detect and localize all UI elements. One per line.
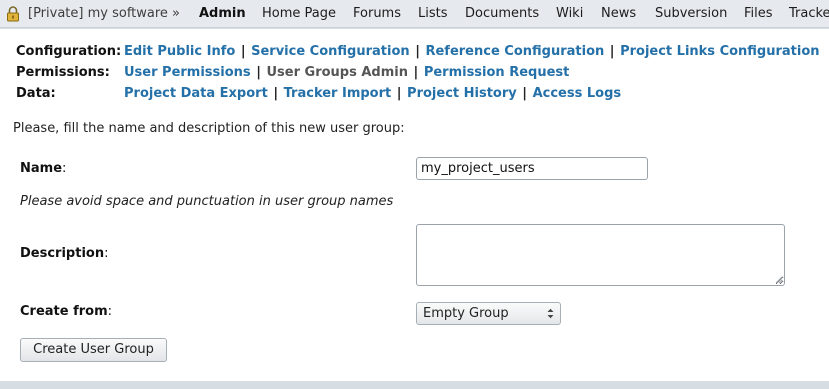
- separator: |: [522, 86, 528, 101]
- name-hint: Please avoid space and punctuation in us…: [20, 194, 394, 209]
- configuration-label: Configuration:: [16, 44, 122, 59]
- project-navigation-bar: [Private] my software » Admin Home Page …: [0, 0, 829, 28]
- create-from-select[interactable]: Empty Group: [416, 302, 561, 325]
- group-name-input[interactable]: [416, 157, 648, 180]
- lock-icon: [7, 6, 19, 22]
- label-colon: :: [104, 246, 109, 261]
- separator: |: [273, 86, 279, 101]
- edit-public-info-link[interactable]: Edit Public Info: [124, 44, 235, 59]
- create-user-group-button[interactable]: Create User Group: [20, 338, 167, 362]
- page-footer-strip: [0, 381, 829, 389]
- permission-request-link[interactable]: Permission Request: [424, 65, 570, 80]
- tab-news[interactable]: News: [601, 6, 636, 21]
- project-links-configuration-link[interactable]: Project Links Configuration: [620, 44, 819, 59]
- project-history-link[interactable]: Project History: [407, 86, 517, 101]
- create-from-label-text: Create from: [20, 304, 108, 319]
- tab-files[interactable]: Files: [744, 6, 773, 21]
- separator: |: [396, 86, 402, 101]
- permissions-links: User Permissions | User Groups Admin | P…: [124, 65, 569, 80]
- label-colon: :: [62, 161, 67, 176]
- configuration-links: Edit Public Info | Service Configuration…: [124, 44, 820, 59]
- service-configuration-link[interactable]: Service Configuration: [251, 44, 410, 59]
- user-groups-admin-current: User Groups Admin: [266, 65, 408, 80]
- separator: |: [240, 44, 246, 59]
- tab-admin[interactable]: Admin: [199, 6, 246, 21]
- data-links: Project Data Export | Tracker Import | P…: [124, 86, 621, 101]
- name-label-text: Name: [20, 161, 63, 176]
- tracker-import-link[interactable]: Tracker Import: [284, 86, 392, 101]
- tab-forums[interactable]: Forums: [353, 6, 401, 21]
- description-textarea[interactable]: [416, 224, 785, 286]
- permissions-label: Permissions:: [16, 65, 110, 80]
- data-label: Data:: [16, 86, 56, 101]
- label-colon: :: [107, 304, 113, 319]
- content-panel: Configuration: Edit Public Info | Servic…: [0, 29, 829, 381]
- tab-lists[interactable]: Lists: [418, 6, 448, 21]
- separator: |: [256, 65, 261, 80]
- resize-grip-icon[interactable]: [774, 275, 783, 284]
- tab-tracker[interactable]: Tracke: [789, 6, 829, 21]
- separator: |: [609, 44, 615, 59]
- description-label-text: Description: [20, 246, 105, 261]
- tab-subversion[interactable]: Subversion: [655, 6, 727, 21]
- access-logs-link[interactable]: Access Logs: [533, 86, 622, 101]
- project-data-export-link[interactable]: Project Data Export: [124, 86, 268, 101]
- create-from-label: Create from:: [20, 304, 112, 319]
- project-breadcrumb[interactable]: [Private] my software »: [28, 6, 180, 21]
- select-arrows-icon: [547, 308, 554, 319]
- description-label: Description:: [20, 246, 108, 261]
- separator: |: [415, 44, 420, 59]
- tab-documents[interactable]: Documents: [465, 6, 539, 21]
- user-permissions-link[interactable]: User Permissions: [124, 65, 251, 80]
- create-from-selected-value: Empty Group: [423, 306, 509, 321]
- form-intro: Please, fill the name and description of…: [13, 121, 405, 136]
- name-label: Name:: [20, 161, 66, 176]
- separator: |: [413, 65, 419, 80]
- reference-configuration-link[interactable]: Reference Configuration: [425, 44, 604, 59]
- tab-wiki[interactable]: Wiki: [556, 6, 583, 21]
- tab-home-page[interactable]: Home Page: [262, 6, 336, 21]
